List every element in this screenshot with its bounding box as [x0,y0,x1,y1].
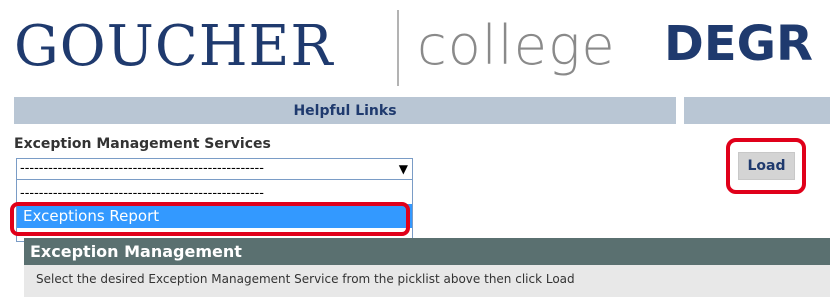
exception-management-instructions: Select the desired Exception Management … [24,265,830,297]
helpful-links-title: Helpful Links [293,102,397,119]
logo-college-text: college [417,14,616,77]
dropdown-option-placeholder[interactable]: ----------------------------------------… [20,186,408,202]
exception-services-dropdown-list: ----------------------------------------… [16,180,413,242]
logo-divider [397,10,399,86]
helpful-links-header: Helpful Links [14,96,676,124]
load-button[interactable]: Load [738,152,795,180]
dropdown-option-exceptions-report[interactable]: Exceptions Report [17,204,412,228]
exception-management-header: Exception Management [24,238,830,265]
dropdown-arrow-icon[interactable]: ▼ [399,159,408,179]
exception-services-label: Exception Management Services [14,136,271,152]
exception-services-select[interactable]: ----------------------------------------… [16,158,413,180]
goucher-degree-logo: GOUCHER college DEGR [14,6,830,88]
logo-degree-text: DEGR [664,16,813,72]
logo-goucher-text: GOUCHER [14,14,334,79]
select-current-value: ----------------------------------------… [20,161,264,176]
right-header-bar [684,96,830,124]
